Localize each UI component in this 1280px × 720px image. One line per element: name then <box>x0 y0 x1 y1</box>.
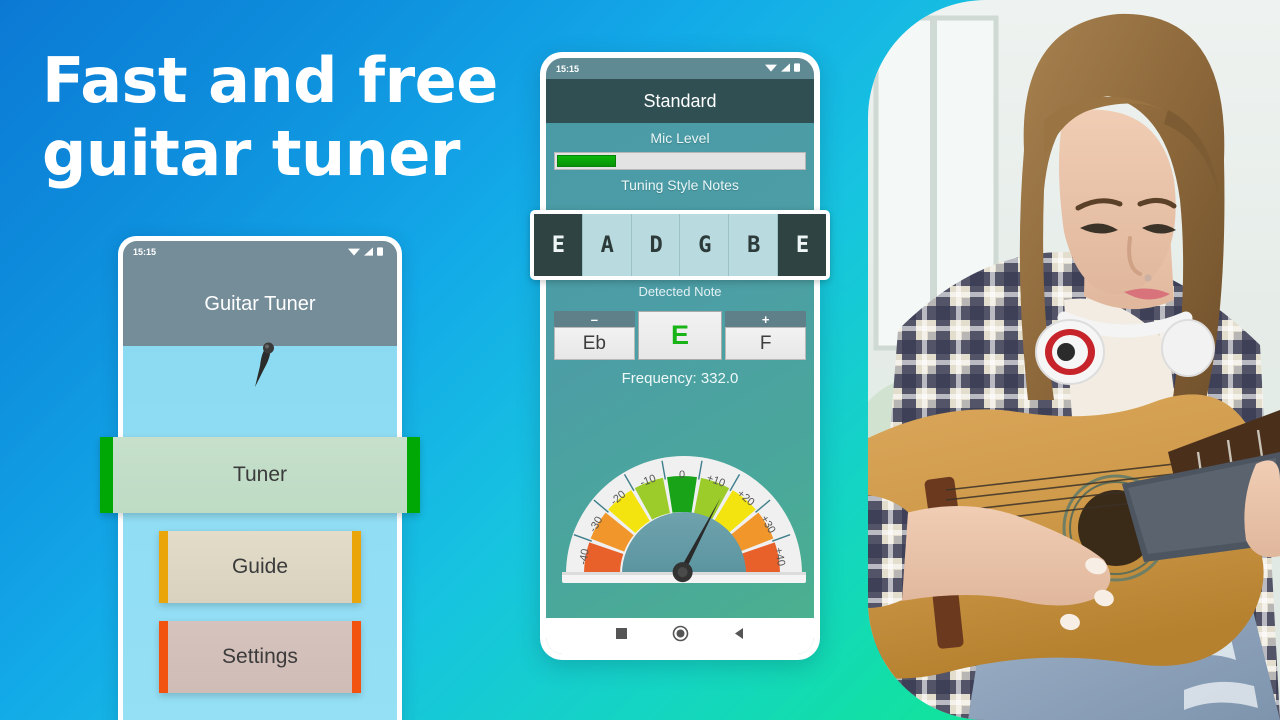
mic-level-fill <box>557 155 616 167</box>
headline-line-2: guitar tuner <box>42 117 460 191</box>
hero-photo <box>868 0 1280 720</box>
menu-item-settings-label: Settings <box>159 621 361 693</box>
wifi-icon <box>765 64 777 72</box>
tuning-style-label: Tuning Style Notes <box>621 177 739 193</box>
left-phone-mockup: 15:15 Guitar Tuner Tuner Guide Settings <box>100 236 420 720</box>
menu-item-tuner-label: Tuner <box>100 437 420 513</box>
status-icons <box>347 246 387 259</box>
signal-icon <box>364 246 373 256</box>
menu-item-guide[interactable]: Guide <box>159 531 361 603</box>
tuning-note-1[interactable]: A <box>583 214 632 276</box>
tuning-notes-strip[interactable]: EADGBE <box>530 210 830 280</box>
center-phone-mockup: 15:15 Standard Mic Level Tuning Style No… <box>530 52 830 660</box>
status-icons <box>764 62 804 75</box>
note-sharp-value: F <box>725 327 806 360</box>
left-phone-screen: 15:15 Guitar Tuner Tuner Guide Settings <box>100 241 420 720</box>
center-phone-app-bar: Standard <box>546 79 814 123</box>
menu-item-settings[interactable]: Settings <box>159 621 361 693</box>
tuning-preset-title: Standard <box>643 90 717 111</box>
tuning-note-3[interactable]: G <box>680 214 730 276</box>
detected-note-label: Detected Note <box>638 284 722 299</box>
note-picker-current[interactable]: E <box>637 311 723 360</box>
status-time: 15:15 <box>556 63 580 74</box>
tuning-note-4[interactable]: B <box>729 214 779 276</box>
note-current-value: E <box>637 311 723 360</box>
wifi-icon <box>348 248 360 256</box>
tuning-note-0[interactable]: E <box>534 214 583 276</box>
note-increment-icon[interactable]: + <box>725 311 806 327</box>
page-headline: Fast and free guitar tuner <box>42 44 562 190</box>
status-icon-group <box>348 246 383 256</box>
note-flat-value: Eb <box>554 327 635 360</box>
left-phone-menu: Tuner Guide Settings <box>100 437 420 711</box>
tuning-note-2[interactable]: D <box>632 214 681 276</box>
mic-level-label: Mic Level <box>650 130 710 146</box>
woman-playing-guitar-illustration <box>868 0 1280 720</box>
mic-level-meter <box>554 152 806 170</box>
center-phone-status-bar: 15:15 <box>546 58 814 79</box>
left-phone-title: Guitar Tuner <box>204 293 316 315</box>
tuning-note-5[interactable]: E <box>778 214 826 276</box>
home-circle-icon[interactable] <box>672 625 689 647</box>
signal-icon <box>781 63 790 72</box>
center-phone-screen: 15:15 Standard Mic Level Tuning Style No… <box>530 58 830 654</box>
headline-line-1: Fast and free <box>42 44 498 117</box>
left-phone-status-bar: 15:15 <box>123 241 397 263</box>
menu-item-guide-label: Guide <box>159 531 361 603</box>
tuner-needle-icon <box>255 342 274 387</box>
left-phone-app-bar: Guitar Tuner <box>123 263 397 346</box>
frequency-readout: Frequency: 332.0 <box>621 370 739 387</box>
back-triangle-icon[interactable] <box>732 626 747 646</box>
tuning-notes-row: EADGBE <box>534 214 826 276</box>
note-picker: – Eb E + F <box>554 304 806 360</box>
tuning-gauge: -40-30-20-10 0 +10+20+30+40 <box>562 456 806 583</box>
status-time: 15:15 <box>133 247 157 257</box>
status-icon-group <box>765 63 800 72</box>
menu-item-tuner[interactable]: Tuner <box>100 437 420 513</box>
gauge-tick-4: 0 <box>679 469 685 481</box>
battery-icon <box>377 246 383 256</box>
note-picker-flat[interactable]: – Eb <box>554 311 635 360</box>
recents-square-icon[interactable] <box>614 626 629 646</box>
battery-icon <box>794 63 800 72</box>
android-nav-bar <box>546 618 814 654</box>
note-decrement-icon[interactable]: – <box>554 311 635 327</box>
note-picker-sharp[interactable]: + F <box>725 311 806 360</box>
